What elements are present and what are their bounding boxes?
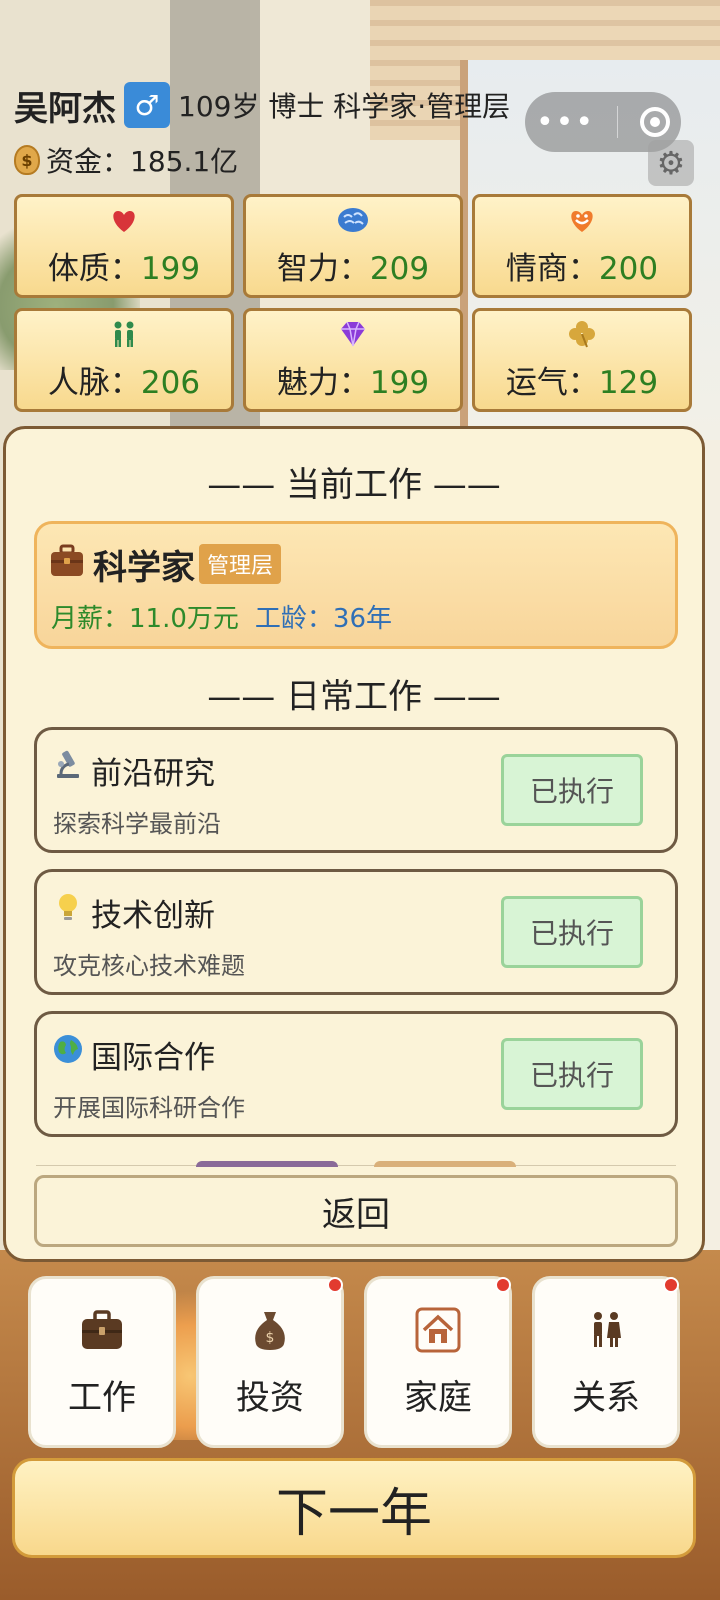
stat-label: 运气： [505, 364, 599, 401]
stat-value: 129 [598, 364, 659, 401]
back-button[interactable]: 返回 [34, 1175, 678, 1247]
job-info: 月薪：11.0万元 工龄：36年 [51, 598, 392, 635]
task-card: 国际合作 开展国际科研合作 已执行 [34, 1011, 678, 1137]
task-card: 技术创新 攻克核心技术难题 已执行 [34, 869, 678, 995]
notification-dot [327, 1277, 343, 1293]
smile-heart-icon [567, 205, 597, 237]
task-title: 国际合作 [91, 1040, 215, 1076]
current-job-heading: —— 当前工作 —— [207, 465, 501, 505]
nav-invest-button[interactable]: $ 投资 [196, 1276, 344, 1448]
stat-label: 体质： [47, 250, 141, 287]
nav-relation-button[interactable]: 关系 [532, 1276, 680, 1448]
nav-label: 关系 [572, 1377, 640, 1418]
job-level-badge: 管理层 [199, 544, 282, 584]
stat-card: 魅力：199 [243, 308, 463, 412]
job-title: 科学家 [93, 548, 195, 588]
player-summary: 109岁 博士 科学家·管理层 [178, 90, 511, 123]
nav-label: 家庭 [404, 1377, 472, 1418]
capsule-divider [617, 106, 619, 138]
task-description: 开展国际科研合作 [53, 1094, 245, 1122]
notification-dot [663, 1277, 679, 1293]
task-title: 技术创新 [91, 898, 215, 934]
stat-label: 智力： [276, 250, 370, 287]
hidden-card-edge [374, 1161, 516, 1167]
microscope-icon [51, 748, 85, 782]
scroll-divider [36, 1165, 676, 1166]
stat-card: 智力：209 [243, 194, 463, 298]
moneybag-icon: $ [14, 145, 40, 175]
stats-grid: 体质：199 智力：209 情商：200 人脉：206 魅力：199 运气：12… [14, 194, 692, 412]
heart-icon [109, 205, 139, 237]
stat-value: 200 [598, 250, 659, 287]
diamond-icon [337, 319, 369, 351]
briefcase-icon [78, 1306, 126, 1354]
people-icon [108, 319, 140, 351]
task-done-button[interactable]: 已执行 [501, 896, 643, 968]
more-icon[interactable]: ••• [536, 105, 595, 140]
stat-value: 199 [140, 250, 201, 287]
stat-card: 情商：200 [472, 194, 692, 298]
stat-label: 人脉： [47, 364, 141, 401]
task-done-button[interactable]: 已执行 [501, 1038, 643, 1110]
house-icon [414, 1306, 462, 1354]
moneybag-icon: $ [246, 1306, 294, 1354]
nav-label: 工作 [68, 1377, 136, 1418]
money-label: 资金：185.1亿 [46, 145, 239, 178]
task-done-button[interactable]: 已执行 [501, 754, 643, 826]
stat-label: 情商： [505, 250, 599, 287]
task-description: 攻克核心技术难题 [53, 952, 245, 980]
gear-icon[interactable]: ⚙ [648, 140, 694, 186]
player-header: 吴阿杰 ♂ 109岁 博士 科学家·管理层 [14, 80, 510, 130]
brain-icon [336, 205, 370, 237]
nav-family-button[interactable]: 家庭 [364, 1276, 512, 1448]
next-year-button[interactable]: 下一年 [12, 1458, 696, 1558]
player-name: 吴阿杰 [14, 88, 116, 129]
briefcase-icon [49, 544, 85, 578]
work-years-text: 工龄：36年 [254, 604, 392, 634]
clover-icon [567, 319, 597, 351]
task-title: 前沿研究 [91, 756, 215, 792]
stat-card: 体质：199 [14, 194, 234, 298]
bottom-nav: 工作 $ 投资 家庭 关系 [28, 1276, 680, 1448]
notification-dot [495, 1277, 511, 1293]
money-row: $ 资金：185.1亿 [14, 140, 238, 180]
couple-icon [582, 1306, 630, 1354]
current-job-card: 科学家 管理层 月薪：11.0万元 工龄：36年 [34, 521, 678, 649]
close-miniprogram-icon[interactable] [640, 107, 671, 137]
nav-work-button[interactable]: 工作 [28, 1276, 176, 1448]
nav-label: 投资 [236, 1377, 304, 1418]
salary-text: 月薪：11.0万元 [51, 604, 239, 634]
stat-card: 运气：129 [472, 308, 692, 412]
stat-value: 199 [369, 364, 430, 401]
daily-work-heading: —— 日常工作 —— [207, 677, 501, 717]
stat-card: 人脉：206 [14, 308, 234, 412]
stat-label: 魅力： [276, 364, 370, 401]
lightbulb-icon [51, 890, 85, 924]
stat-value: 209 [369, 250, 430, 287]
svg-text:$: $ [266, 1330, 275, 1346]
stat-value: 206 [140, 364, 201, 401]
task-description: 探索科学最前沿 [53, 810, 221, 838]
globe-icon [51, 1032, 85, 1066]
gender-icon: ♂ [124, 82, 170, 128]
task-card: 前沿研究 探索科学最前沿 已执行 [34, 727, 678, 853]
hidden-card-edge [196, 1161, 338, 1167]
work-panel: —— 当前工作 —— 科学家 管理层 月薪：11.0万元 工龄：36年 —— 日… [3, 426, 705, 1262]
